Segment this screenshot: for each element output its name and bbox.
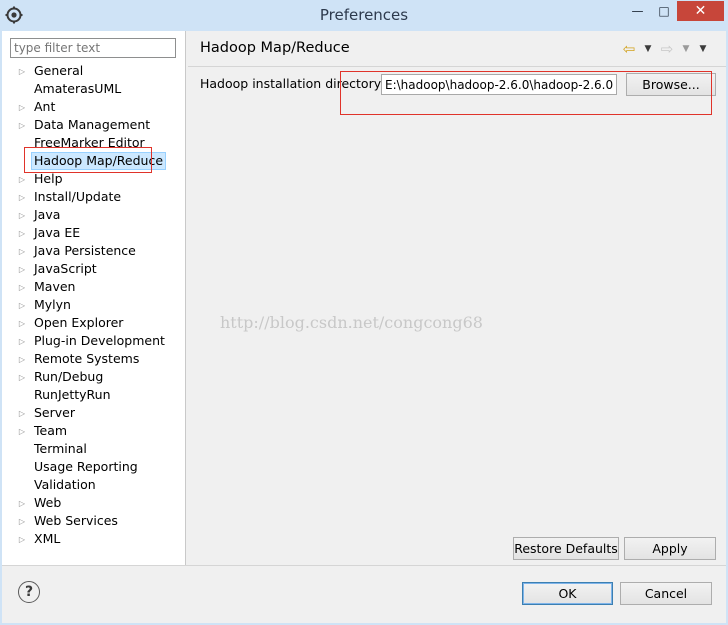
tree-item-label: Maven	[34, 279, 76, 294]
tree-item[interactable]: Hadoop Map/Reduce	[2, 152, 186, 170]
filter-input[interactable]	[10, 38, 176, 58]
expand-arrow-icon[interactable]: ▷	[17, 512, 27, 530]
tree-item-label: RunJettyRun	[34, 387, 111, 402]
tree-item[interactable]: RunJettyRun	[2, 386, 186, 404]
tree-item-label: XML	[34, 531, 61, 546]
tree-item[interactable]: Usage Reporting	[2, 458, 186, 476]
window-title: Preferences	[319, 6, 409, 24]
tree-item[interactable]: ▷ Data Management	[2, 116, 186, 134]
cancel-button[interactable]: Cancel	[620, 582, 712, 605]
help-icon[interactable]: ?	[18, 581, 40, 603]
tree-item-label: Java EE	[34, 225, 81, 240]
tree-item[interactable]: ▷ Install/Update	[2, 188, 186, 206]
tree-item[interactable]: ▷ Java EE	[2, 224, 186, 242]
ok-button[interactable]: OK	[522, 582, 613, 605]
watermark-text: http://blog.csdn.net/congcong68	[220, 313, 483, 332]
tree-item-label: Mylyn	[34, 297, 71, 312]
tree-item-label: Server	[34, 405, 75, 420]
tree-item-label: FreeMarker Editor	[34, 135, 145, 150]
tree-item-label: Remote Systems	[34, 351, 140, 366]
tree-item[interactable]: ▷ JavaScript	[2, 260, 186, 278]
expand-arrow-icon[interactable]: ▷	[17, 188, 27, 206]
expand-arrow-icon[interactable]: ▷	[17, 206, 27, 224]
hadoop-dir-label: Hadoop installation directory:	[200, 76, 385, 91]
expand-arrow-icon[interactable]: ▷	[17, 350, 27, 368]
minimize-button[interactable]: —	[624, 1, 651, 21]
tree-item-label: Team	[34, 423, 68, 438]
tree-item-label: Install/Update	[34, 189, 122, 204]
tree-item[interactable]: ▷ Server	[2, 404, 186, 422]
expand-arrow-icon[interactable]: ▷	[17, 314, 27, 332]
tree-item[interactable]: FreeMarker Editor	[2, 134, 186, 152]
browse-button[interactable]: Browse...	[626, 73, 716, 96]
forward-history-dropdown-icon[interactable]: ▼	[680, 40, 692, 58]
tree-item-label: JavaScript	[34, 261, 97, 276]
tree-item-label: Java	[34, 207, 61, 222]
tree-item-label: Usage Reporting	[34, 459, 138, 474]
tree-item[interactable]: ▷ Plug-in Development	[2, 332, 186, 350]
tree-item[interactable]: ▷ Web	[2, 494, 186, 512]
apply-button[interactable]: Apply	[624, 537, 716, 560]
back-arrow-icon[interactable]: ⇦	[620, 40, 638, 58]
tree-item[interactable]: ▷ Java	[2, 206, 186, 224]
tree-item[interactable]: ▷ Help	[2, 170, 186, 188]
expand-arrow-icon[interactable]: ▷	[17, 296, 27, 314]
expand-arrow-icon[interactable]: ▷	[17, 530, 27, 548]
expand-arrow-icon[interactable]: ▷	[17, 98, 27, 116]
tree-item-label: Help	[34, 171, 63, 186]
title-separator	[188, 66, 726, 67]
expand-arrow-icon[interactable]: ▷	[17, 422, 27, 440]
footer-separator	[2, 565, 726, 566]
tree-item[interactable]: ▷ Ant	[2, 98, 186, 116]
tree-item[interactable]: ▷ Team	[2, 422, 186, 440]
forward-arrow-icon[interactable]: ⇨	[658, 40, 676, 58]
expand-arrow-icon[interactable]: ▷	[17, 242, 27, 260]
back-history-dropdown-icon[interactable]: ▼	[642, 40, 654, 58]
tree-item[interactable]: ▷ Web Services	[2, 512, 186, 530]
expand-arrow-icon[interactable]: ▷	[17, 170, 27, 188]
expand-arrow-icon[interactable]: ▷	[17, 62, 27, 80]
tree-item[interactable]: ▷ Remote Systems	[2, 350, 186, 368]
tree-item-label: Web Services	[34, 513, 118, 528]
tree-item-label: Java Persistence	[34, 243, 136, 258]
hadoop-dir-input[interactable]	[381, 74, 617, 95]
tree-item-label: AmaterasUML	[34, 81, 122, 96]
tree-item-label: Open Explorer	[34, 315, 124, 330]
tree-item-label: General	[34, 63, 84, 78]
tree-item-label: Terminal	[34, 441, 87, 456]
tree-item[interactable]: ▷ Run/Debug	[2, 368, 186, 386]
dialog-client-area: ▷ General AmaterasUML ▷ Ant ▷ Data Management F…	[2, 31, 726, 623]
tree-item-label-selected: Hadoop Map/Reduce	[31, 152, 167, 170]
tree-item-label: Run/Debug	[34, 369, 104, 384]
tree-item-label: Validation	[34, 477, 96, 492]
tree-item[interactable]: ▷ Open Explorer	[2, 314, 186, 332]
maximize-button[interactable]: □	[651, 1, 677, 21]
tree-item-label: Web	[34, 495, 62, 510]
title-bar: Preferences — □ ✕	[0, 0, 728, 31]
tree-item[interactable]: ▷ XML	[2, 530, 186, 548]
tree-item[interactable]: Validation	[2, 476, 186, 494]
expand-arrow-icon[interactable]: ▷	[17, 368, 27, 386]
close-button[interactable]: ✕	[677, 1, 724, 21]
tree-item[interactable]: ▷ Java Persistence	[2, 242, 186, 260]
expand-arrow-icon[interactable]: ▷	[17, 494, 27, 512]
tree-item[interactable]: AmaterasUML	[2, 80, 186, 98]
expand-arrow-icon[interactable]: ▷	[17, 116, 27, 134]
expand-arrow-icon[interactable]: ▷	[17, 260, 27, 278]
preference-tree-pane: ▷ General AmaterasUML ▷ Ant ▷ Data Management F…	[2, 31, 186, 565]
tree-item[interactable]: ▷ General	[2, 62, 186, 80]
expand-arrow-icon[interactable]: ▷	[17, 404, 27, 422]
tree-item-label: Plug-in Development	[34, 333, 165, 348]
expand-arrow-icon[interactable]: ▷	[17, 278, 27, 296]
view-menu-icon[interactable]: ▼	[696, 40, 710, 58]
restore-defaults-button[interactable]: Restore Defaults	[513, 537, 619, 560]
tree-item-label: Ant	[34, 99, 56, 114]
tree-item[interactable]: ▷ Mylyn	[2, 296, 186, 314]
expand-arrow-icon[interactable]: ▷	[17, 224, 27, 242]
page-title: Hadoop Map/Reduce	[200, 40, 350, 56]
tree-item[interactable]: Terminal	[2, 440, 186, 458]
tree-item-label: Data Management	[34, 117, 151, 132]
tree-item[interactable]: ▷ Maven	[2, 278, 186, 296]
expand-arrow-icon[interactable]: ▷	[17, 332, 27, 350]
